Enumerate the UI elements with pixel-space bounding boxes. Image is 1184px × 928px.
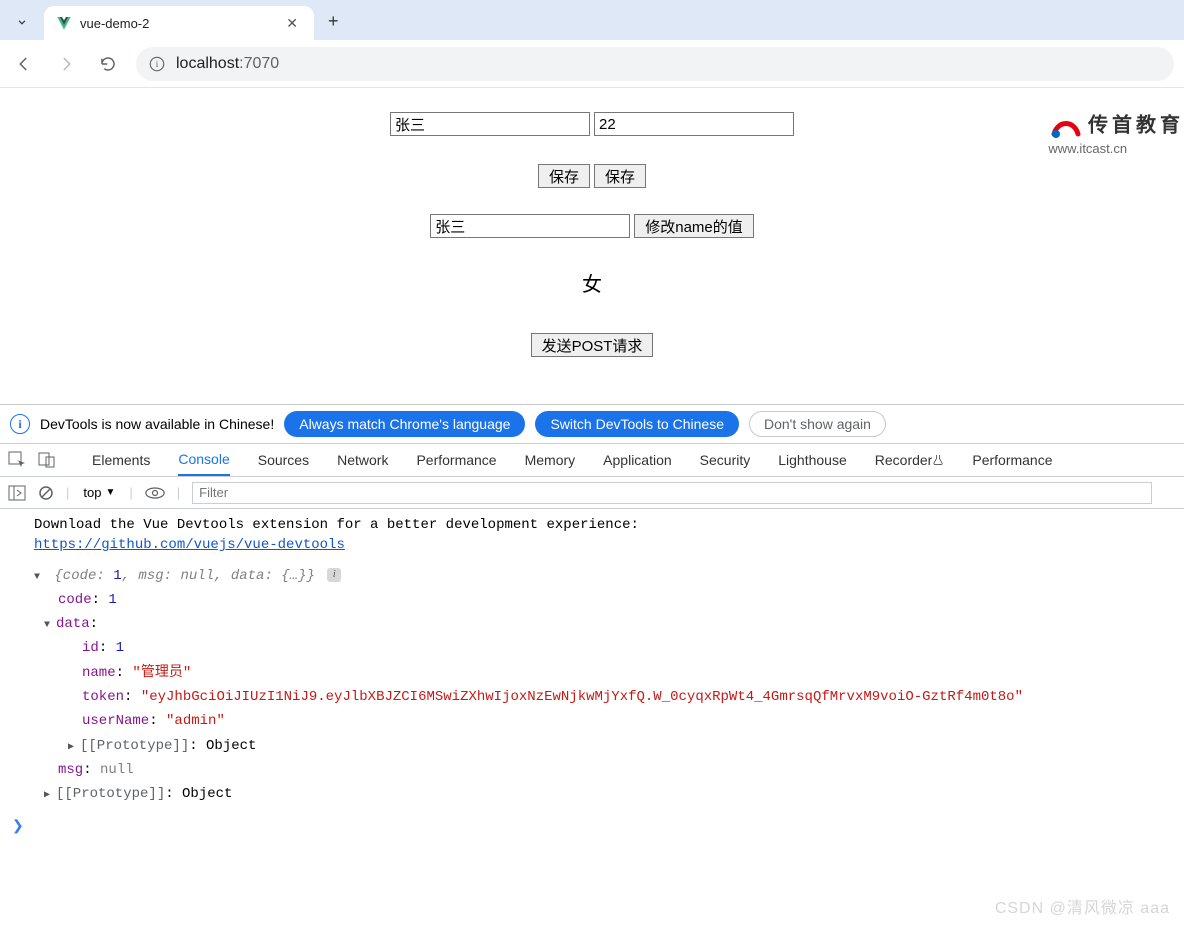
url-text: localhost:7070 xyxy=(176,55,279,73)
device-icon[interactable] xyxy=(38,451,56,469)
toggle-sidebar-icon[interactable] xyxy=(8,484,26,502)
modify-name-button[interactable]: 修改name的值 xyxy=(634,214,754,238)
info-icon: i xyxy=(10,414,30,434)
save-button-2[interactable]: 保存 xyxy=(594,164,646,188)
console-message: Download the Vue Devtools extension for … xyxy=(34,515,1184,556)
svg-text:i: i xyxy=(156,59,159,69)
tab-lighthouse[interactable]: Lighthouse xyxy=(778,444,847,476)
new-tab-button[interactable]: + xyxy=(322,9,345,34)
tab-elements[interactable]: Elements xyxy=(92,444,150,476)
always-match-button[interactable]: Always match Chrome's language xyxy=(284,411,525,437)
reload-button[interactable] xyxy=(94,50,122,78)
prop-proto-inner[interactable]: ▶[[Prototype]]: Object xyxy=(22,734,1184,758)
console-toolbar: | top ▼ | | xyxy=(0,477,1184,509)
object-summary[interactable]: ▼ {code: 1, msg: null, data: {…}} i xyxy=(34,564,1184,588)
swirl-icon xyxy=(1048,114,1084,142)
dont-show-again-button[interactable]: Don't show again xyxy=(749,411,886,437)
reload-icon xyxy=(99,55,117,73)
filter-input[interactable] xyxy=(192,482,1152,504)
info-icon: i xyxy=(148,55,166,73)
tabs-dropdown-button[interactable] xyxy=(8,8,36,36)
save-button-1[interactable]: 保存 xyxy=(538,164,590,188)
vue-devtools-link[interactable]: https://github.com/vuejs/vue-devtools xyxy=(34,537,345,553)
info-badge-icon[interactable]: i xyxy=(327,568,341,582)
forward-button[interactable] xyxy=(52,50,80,78)
prop-msg: msg: null xyxy=(34,758,1184,782)
devtools-language-banner: i DevTools is now available in Chinese! … xyxy=(0,404,1184,443)
prop-data[interactable]: ▼data: xyxy=(22,612,1184,636)
inspect-icon[interactable] xyxy=(8,451,26,469)
tab-memory[interactable]: Memory xyxy=(525,444,576,476)
flask-icon xyxy=(932,454,944,466)
close-icon[interactable]: ✕ xyxy=(282,13,302,34)
logo-url: www.itcast.cn xyxy=(1048,141,1127,156)
back-button[interactable] xyxy=(10,50,38,78)
logo-corner: 传首教育 www.itcast.cn xyxy=(1048,112,1184,156)
tab-title: vue-demo-2 xyxy=(80,16,274,31)
tab-recorder[interactable]: Recorder xyxy=(875,444,945,476)
watermark: CSDN @清风微凉 aaa xyxy=(995,894,1170,918)
prop-username: userName: "admin" xyxy=(34,709,1184,733)
tab-sources[interactable]: Sources xyxy=(258,444,309,476)
send-post-button[interactable]: 发送POST请求 xyxy=(531,333,654,357)
page-content: 传首教育 www.itcast.cn 保存 保存 修改name的值 女 发送PO… xyxy=(0,112,1184,404)
console-prompt[interactable]: ❯ xyxy=(0,813,1184,834)
clear-console-icon[interactable] xyxy=(38,485,54,501)
console-output: Download the Vue Devtools extension for … xyxy=(0,509,1184,813)
tab-bar: vue-demo-2 ✕ + xyxy=(0,0,1184,40)
gender-text: 女 xyxy=(0,268,1184,297)
address-bar: i localhost:7070 xyxy=(0,40,1184,88)
tab-security[interactable]: Security xyxy=(700,444,751,476)
live-expression-icon[interactable] xyxy=(145,486,165,500)
arrow-left-icon xyxy=(15,55,33,73)
tab-application[interactable]: Application xyxy=(603,444,672,476)
devtools-tabs: Elements Console Sources Network Perform… xyxy=(0,443,1184,477)
arrow-right-icon xyxy=(57,55,75,73)
browser-chrome: vue-demo-2 ✕ + i localhost:7070 xyxy=(0,0,1184,88)
chevron-down-icon xyxy=(15,15,29,29)
vue-icon xyxy=(56,15,72,31)
tab-performance-2[interactable]: Performance xyxy=(972,444,1052,476)
tab-network[interactable]: Network xyxy=(337,444,388,476)
switch-chinese-button[interactable]: Switch DevTools to Chinese xyxy=(535,411,739,437)
prop-proto-outer[interactable]: ▶[[Prototype]]: Object xyxy=(22,782,1184,806)
age-input[interactable] xyxy=(594,112,794,136)
context-selector[interactable]: top ▼ xyxy=(81,483,117,502)
url-box[interactable]: i localhost:7070 xyxy=(136,47,1174,81)
name2-input[interactable] xyxy=(430,214,630,238)
prop-id: id: 1 xyxy=(34,636,1184,660)
prop-name: name: "管理员" xyxy=(34,661,1184,685)
logo-cn: 传首教育 xyxy=(1088,114,1184,136)
tab-console[interactable]: Console xyxy=(178,444,229,476)
tab-performance[interactable]: Performance xyxy=(416,444,496,476)
prop-token: token: "eyJhbGciOiJIUzI1NiJ9.eyJlbXBJZCI… xyxy=(34,685,1184,709)
name-input[interactable] xyxy=(390,112,590,136)
browser-tab[interactable]: vue-demo-2 ✕ xyxy=(44,6,314,40)
banner-text: DevTools is now available in Chinese! xyxy=(40,416,274,432)
prop-code: code: 1 xyxy=(34,588,1184,612)
